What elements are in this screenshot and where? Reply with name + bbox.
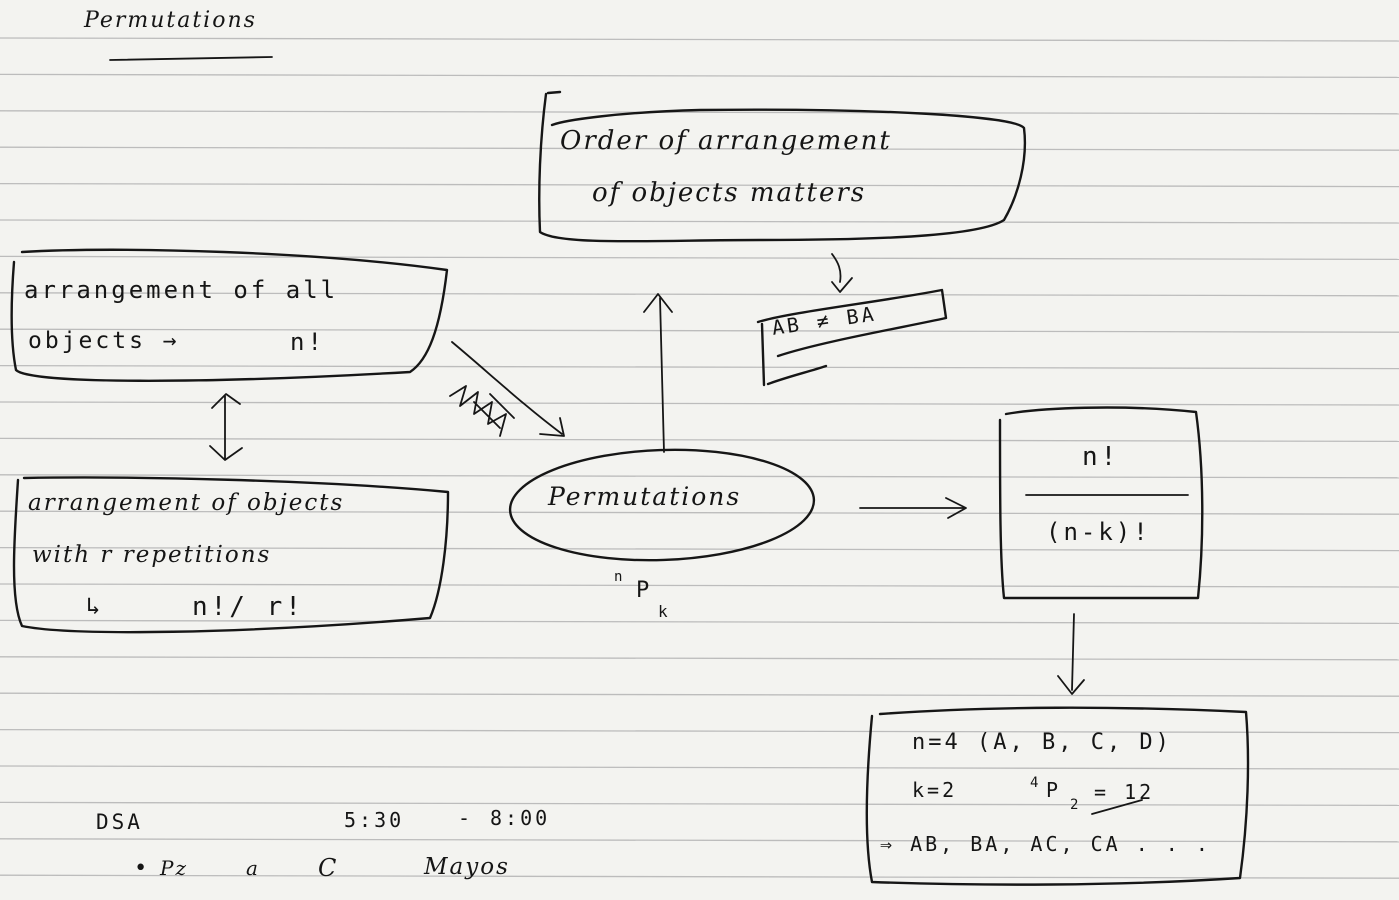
notes-item-2: a: [246, 856, 260, 880]
center-label: Permutations: [548, 482, 742, 511]
ruled-line: [0, 110, 1399, 115]
notes-item-4: Mayos: [424, 854, 510, 880]
ruled-line: [0, 583, 1399, 588]
all-objects-line-1: arrangement of all: [24, 276, 339, 304]
notes-dsa: DSA: [96, 810, 143, 834]
definition-line-2: of objects matters: [592, 178, 867, 208]
repetition-formula: n!/ r!: [192, 592, 304, 622]
ruled-line: [0, 765, 1399, 770]
example-line-3: ⇒ AB, BA, AC, CA . . .: [880, 832, 1211, 856]
ruled-line: [0, 874, 1399, 879]
definition-cloud-outline: [538, 90, 1026, 243]
notes-time-end: 8:00: [490, 806, 551, 830]
example-result: = 12: [1094, 780, 1155, 804]
repetition-arrow: ↳: [86, 592, 104, 620]
definition-down-arrow: [831, 253, 853, 293]
ruled-line: [0, 219, 1399, 224]
notation-superscript: n: [614, 569, 623, 585]
ruled-line: [0, 692, 1399, 697]
ruled-lines: [0, 37, 1399, 879]
ruled-line: [0, 474, 1399, 479]
formula-box-outline: [998, 406, 1204, 600]
up-arrow: [643, 293, 673, 453]
all-objects-box-outline: [10, 248, 449, 382]
scribble-mark: [449, 385, 515, 437]
ruled-line: [0, 801, 1399, 807]
notes-time-dash: -: [458, 806, 474, 830]
formula-down-arrow: [1057, 613, 1085, 695]
ruled-line: [0, 728, 1399, 734]
right-arrow: [859, 497, 967, 519]
example-k-value: k=2: [912, 778, 958, 802]
notes-item-1: Pz: [160, 856, 188, 880]
page-title: Permutations: [84, 8, 257, 33]
ruled-line: [0, 73, 1399, 79]
ruled-line: [0, 37, 1399, 42]
example-superscript: 4: [1030, 775, 1039, 791]
example-subscript: 2: [1070, 797, 1079, 813]
formula-denominator: (n-k)!: [1046, 518, 1151, 546]
all-objects-formula: n!: [290, 328, 325, 356]
double-arrow: [209, 393, 243, 461]
ruled-line: [0, 437, 1399, 443]
repetition-line-2: with r repetitions: [32, 542, 272, 568]
notes-time-start: 5:30: [344, 808, 405, 832]
example-P: P: [1046, 778, 1062, 802]
title-underline: [109, 56, 273, 61]
definition-line-1: Order of arrangement: [560, 126, 892, 156]
ruled-line: [0, 364, 1399, 370]
ruled-line: [0, 401, 1399, 406]
ruled-line: [0, 328, 1399, 333]
notation-main: P: [636, 578, 653, 603]
repetition-line-1: arrangement of objects: [28, 490, 345, 516]
ruled-line: [0, 255, 1399, 261]
notes-bullet: •: [134, 856, 151, 881]
formula-numerator: n!: [1082, 442, 1120, 472]
repetition-to-center-arrow: [451, 341, 565, 437]
ruled-line: [0, 656, 1399, 661]
notes-item-3: C: [318, 854, 339, 882]
example-line-1: n=4 (A, B, C, D): [912, 730, 1172, 755]
notation-subscript: k: [658, 602, 668, 621]
all-objects-line-2: objects →: [28, 328, 180, 354]
